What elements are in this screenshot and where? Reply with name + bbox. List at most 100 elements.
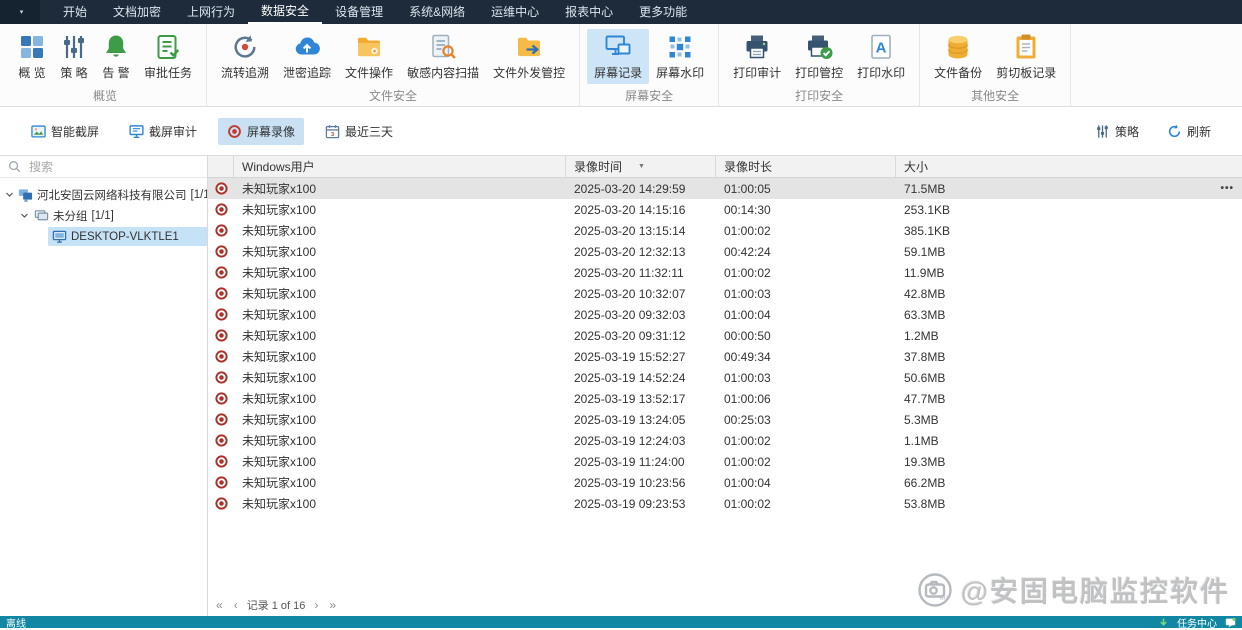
tree-item-desktop-vlktle1[interactable]: DESKTOP-VLKTLE1 (0, 226, 207, 247)
chevron-down-icon[interactable] (5, 190, 14, 199)
device-tree-sidebar: 河北安固云网络科技有限公司[1/1]未分组[1/1]DESKTOP-VLKTLE… (0, 156, 208, 616)
row-user: 未知玩家x100 (234, 495, 566, 512)
tree-item-company[interactable]: 河北安固云网络科技有限公司[1/1] (0, 184, 207, 205)
table-row[interactable]: 未知玩家x1002025-03-20 11:32:1101:00:0211.9M… (208, 262, 1242, 283)
toolbar-button-screenshot-audit[interactable]: 截屏审计 (120, 118, 206, 145)
ribbon-item-alert[interactable]: 告 警 (95, 29, 137, 84)
row-duration: 01:00:02 (716, 434, 896, 448)
table-row[interactable]: 未知玩家x1002025-03-20 12:32:1300:42:2459.1M… (208, 241, 1242, 262)
svg-text:3: 3 (331, 132, 334, 138)
column-header-icon (208, 156, 234, 177)
ribbon-item-content-scan[interactable]: 敏感内容扫描 (400, 29, 486, 84)
ribbon-item-file-ops[interactable]: 文件操作 (338, 29, 400, 84)
menu-item-more-features[interactable]: 更多功能 (626, 0, 700, 24)
ribbon-item-print-control[interactable]: 打印管控 (788, 29, 850, 84)
table-row[interactable]: 未知玩家x1002025-03-19 12:24:0301:00:021.1MB (208, 430, 1242, 451)
toolbar-button-screen-recording[interactable]: 屏幕录像 (218, 118, 304, 145)
row-user: 未知玩家x100 (234, 243, 566, 260)
ribbon-item-flow-trace[interactable]: 流转追溯 (214, 29, 276, 84)
ribbon-item-screen-watermark[interactable]: 屏幕水印 (649, 29, 711, 84)
menu-item-start[interactable]: 开始 (50, 0, 100, 24)
table-row[interactable]: 未知玩家x1002025-03-20 14:29:5901:00:0571.5M… (208, 178, 1242, 199)
message-icon[interactable] (1225, 617, 1236, 628)
ribbon-item-print-watermark[interactable]: A打印水印 (850, 29, 912, 84)
ribbon-item-policy[interactable]: 策 略 (53, 29, 95, 84)
filter-dropdown-icon[interactable]: ▼ (638, 163, 645, 170)
prev-page-button[interactable]: ‹ (232, 599, 240, 611)
download-arrow-icon (1158, 617, 1169, 628)
pixels-icon (666, 33, 694, 61)
table-row[interactable]: 未知玩家x1002025-03-19 10:23:5601:00:0466.2M… (208, 472, 1242, 493)
table-row[interactable]: 未知玩家x1002025-03-20 09:31:1200:00:501.2MB (208, 325, 1242, 346)
menu-item-ops-center[interactable]: 运维中心 (478, 0, 552, 24)
column-header-time[interactable]: 录像时间▼ (566, 156, 716, 177)
row-duration: 01:00:05 (716, 182, 896, 196)
menu-item-sys-network[interactable]: 系统&网络 (396, 0, 478, 24)
tree-item-label: 未分组 (53, 208, 88, 224)
next-page-button[interactable]: › (312, 599, 320, 611)
record-dot-icon (215, 203, 228, 216)
ribbon-item-print-audit[interactable]: 打印审计 (726, 29, 788, 84)
column-header-user[interactable]: Windows用户 (234, 156, 566, 177)
ribbon-item-file-send-control[interactable]: 文件外发管控 (486, 29, 572, 84)
first-page-button[interactable]: « (214, 599, 225, 611)
ribbon-item-label: 文件外发管控 (493, 64, 565, 81)
ribbon-item-label: 打印管控 (795, 64, 843, 81)
ribbon-item-clipboard-record[interactable]: 剪切板记录 (989, 29, 1063, 84)
table-row[interactable]: 未知玩家x1002025-03-19 09:23:5301:00:0253.8M… (208, 493, 1242, 514)
row-user: 未知玩家x100 (234, 348, 566, 365)
calendar-icon: 3 (325, 124, 340, 139)
ribbon-group-other-security: 文件备份剪切板记录其他安全 (920, 24, 1071, 106)
pagination-bar: « ‹ 记录 1 of 16 › » (208, 594, 1242, 616)
column-header-size[interactable]: 大小 (896, 156, 1242, 177)
table-row[interactable]: 未知玩家x1002025-03-20 10:32:0701:00:0342.8M… (208, 283, 1242, 304)
ribbon-item-overview[interactable]: 概 览 (11, 29, 53, 84)
last-page-button[interactable]: » (327, 599, 338, 611)
toolbar-button-refresh[interactable]: 刷新 (1158, 118, 1220, 145)
toolbar-button-smart-screenshot[interactable]: 智能截屏 (22, 118, 108, 145)
record-dot-icon (215, 224, 228, 237)
row-size: 71.5MB (896, 182, 1242, 196)
table-row[interactable]: 未知玩家x1002025-03-19 11:24:0001:00:0219.3M… (208, 451, 1242, 472)
search-icon (8, 160, 21, 173)
row-duration: 00:49:34 (716, 350, 896, 364)
row-time: 2025-03-19 09:23:53 (566, 497, 716, 511)
computer-icon (52, 229, 67, 244)
table-row[interactable]: 未知玩家x1002025-03-19 13:24:0500:25:035.3MB (208, 409, 1242, 430)
cloud-icon (293, 33, 321, 61)
menu-item-web-behavior[interactable]: 上网行为 (174, 0, 248, 24)
sliders-icon (60, 33, 88, 61)
tree-item-ungrouped[interactable]: 未分组[1/1] (0, 205, 207, 226)
table-row[interactable]: 未知玩家x1002025-03-19 13:52:1701:00:0647.7M… (208, 388, 1242, 409)
ribbon-group-label: 文件安全 (214, 84, 572, 108)
toolbar-button-policy[interactable]: 策略 (1086, 118, 1148, 145)
row-actions-button[interactable]: ••• (1220, 178, 1234, 199)
table-row[interactable]: 未知玩家x1002025-03-20 13:15:1401:00:02385.1… (208, 220, 1242, 241)
row-size: 50.6MB (896, 371, 1242, 385)
menu-item-device-mgmt[interactable]: 设备管理 (322, 0, 396, 24)
chevron-down-icon[interactable] (20, 211, 30, 220)
ribbon-item-leak-track[interactable]: 泄密追踪 (276, 29, 338, 84)
table-row[interactable]: 未知玩家x1002025-03-19 15:52:2700:49:3437.8M… (208, 346, 1242, 367)
search-input[interactable] (27, 159, 199, 175)
menu-item-doc-encrypt[interactable]: 文档加密 (100, 0, 174, 24)
table-row[interactable]: 未知玩家x1002025-03-20 09:32:0301:00:0463.3M… (208, 304, 1242, 325)
ribbon-item-file-backup[interactable]: 文件备份 (927, 29, 989, 84)
table-row[interactable]: 未知玩家x1002025-03-20 14:15:1600:14:30253.1… (208, 199, 1242, 220)
toolbar-button-label: 刷新 (1187, 123, 1211, 140)
column-header-duration[interactable]: 录像时长 (716, 156, 896, 177)
toolbar-button-last-three-days[interactable]: 3最近三天 (316, 118, 402, 145)
ribbon-item-screen-record[interactable]: 屏幕记录 (587, 29, 649, 84)
record-dot-icon (215, 182, 228, 195)
ribbon-item-approval-task[interactable]: 审批任务 (137, 29, 199, 84)
app-menu-button[interactable]: ▾ (0, 0, 40, 24)
record-dot-icon (215, 497, 228, 510)
toolbar-button-label: 截屏审计 (149, 123, 197, 140)
row-time: 2025-03-20 13:15:14 (566, 224, 716, 238)
row-time: 2025-03-20 11:32:11 (566, 266, 716, 280)
screen-record-icon (604, 33, 632, 61)
table-row[interactable]: 未知玩家x1002025-03-19 14:52:2401:00:0350.6M… (208, 367, 1242, 388)
menu-item-report-center[interactable]: 报表中心 (552, 0, 626, 24)
menu-item-data-security[interactable]: 数据安全 (248, 0, 322, 24)
task-center-button[interactable]: 任务中心 (1177, 615, 1217, 630)
